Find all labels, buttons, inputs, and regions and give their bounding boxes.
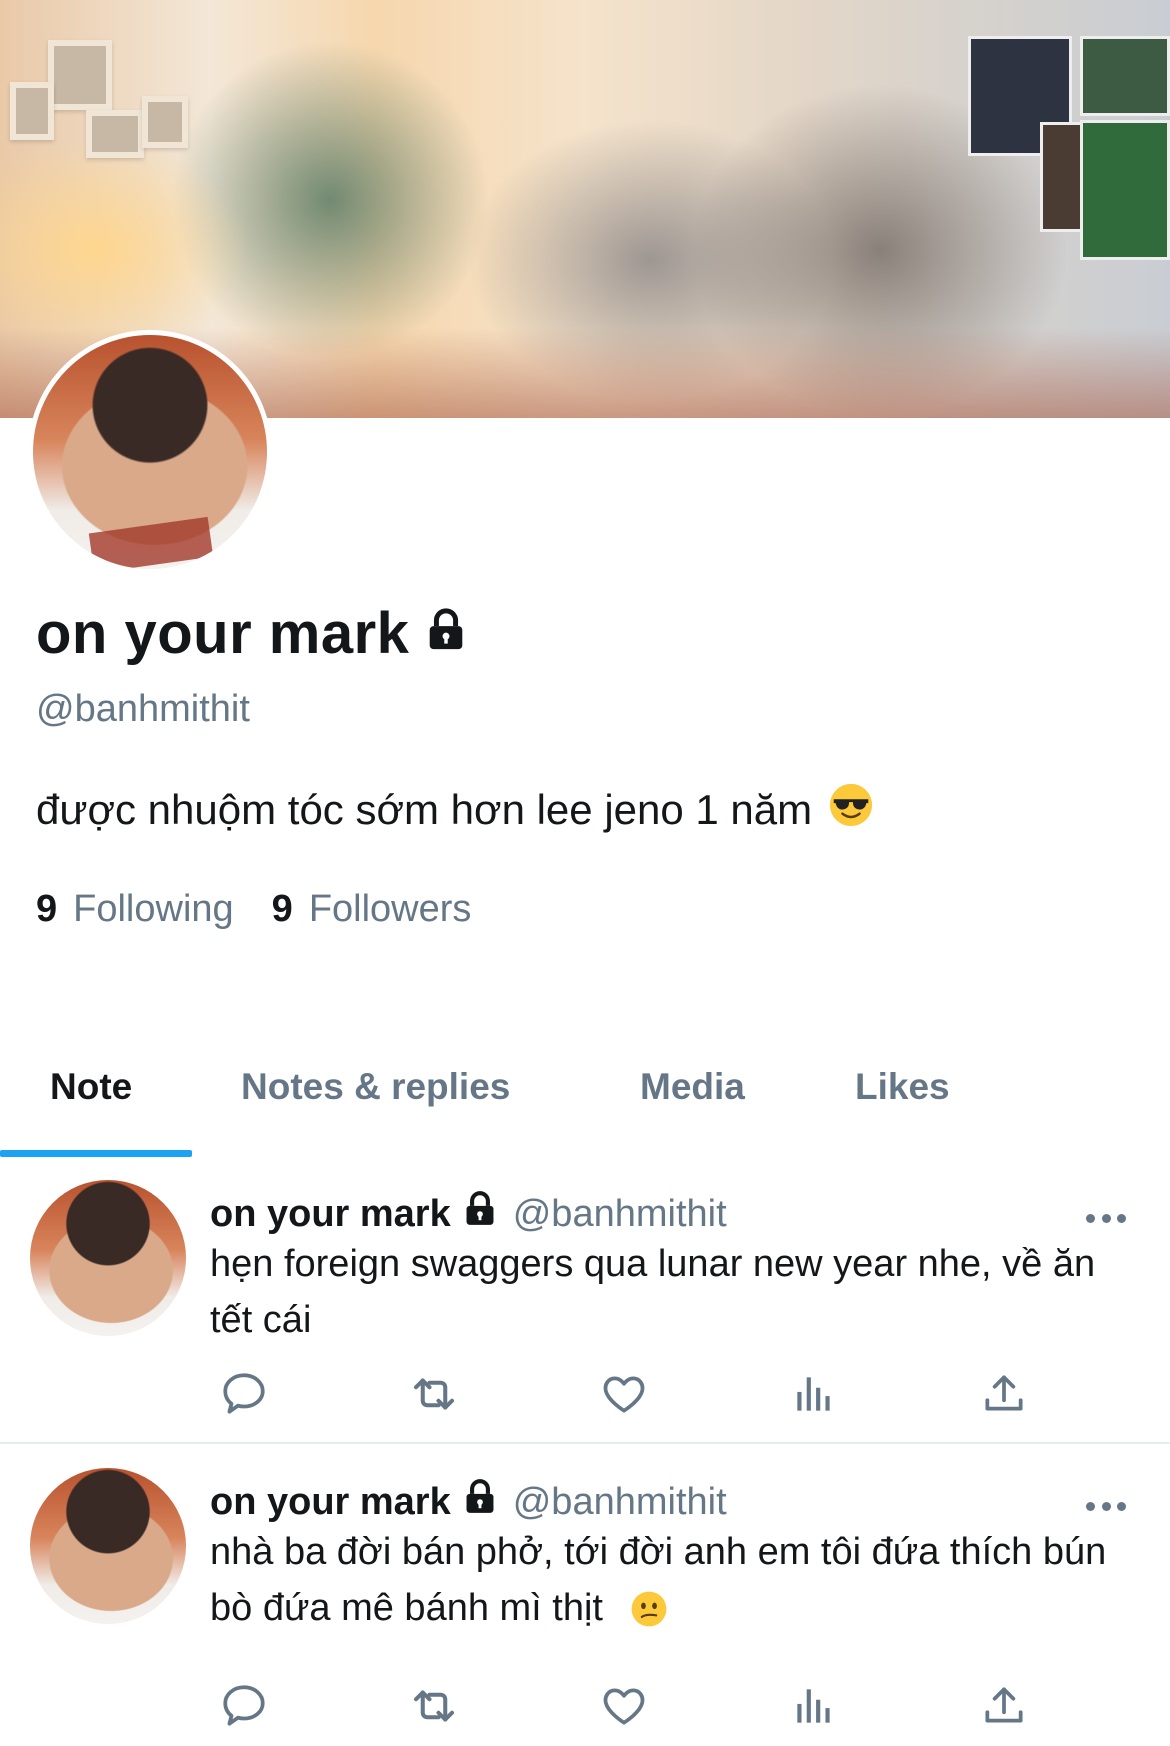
profile-tabs: Note Notes & replies Media Likes (0, 1040, 1170, 1158)
followers-stat[interactable]: 9 Followers (272, 888, 472, 931)
post-text: nhà ba đời bán phở, tới đời anh em tôi đ… (210, 1524, 1130, 1638)
like-icon[interactable] (596, 1366, 652, 1422)
following-count: 9 (36, 888, 58, 930)
banner-photo-frame (86, 110, 144, 158)
lock-icon (423, 600, 469, 667)
profile-bio-text: được nhuộm tóc sớm hơn lee jeno 1 năm (36, 786, 813, 833)
sunglasses-emoji-icon (828, 782, 874, 838)
profile-stats: 9 Following 9 Followers (36, 888, 509, 931)
analytics-icon[interactable] (786, 1366, 842, 1422)
profile-name: on your mark (36, 600, 469, 667)
post-header: on your mark @banhmithit (210, 1478, 727, 1526)
post-author-handle[interactable]: @banhmithit (513, 1481, 727, 1524)
retweet-icon[interactable] (406, 1366, 462, 1422)
analytics-icon[interactable] (786, 1678, 842, 1734)
post-header: on your mark @banhmithit (210, 1190, 727, 1238)
post-avatar[interactable] (30, 1180, 186, 1336)
retweet-icon[interactable] (406, 1678, 462, 1734)
post-actions (210, 1366, 1030, 1426)
tab-likes[interactable]: Likes (855, 1066, 950, 1108)
tab-notes-and-replies[interactable]: Notes & replies (241, 1066, 510, 1108)
more-options-icon[interactable] (1086, 1208, 1126, 1228)
tab-note[interactable]: Note (50, 1066, 132, 1108)
post-actions (210, 1678, 1030, 1738)
active-tab-indicator (0, 1150, 192, 1157)
banner-photo-frame (48, 40, 112, 110)
confused-face-emoji-icon (630, 1582, 668, 1638)
post-author-name[interactable]: on your mark (210, 1193, 451, 1236)
share-icon[interactable] (976, 1366, 1032, 1422)
lock-icon (461, 1190, 499, 1238)
following-label: Following (73, 888, 234, 930)
banner-photo-frame (10, 82, 54, 140)
tab-media[interactable]: Media (640, 1066, 745, 1108)
post-author-name[interactable]: on your mark (210, 1481, 451, 1524)
profile-avatar[interactable] (28, 330, 272, 574)
following-stat[interactable]: 9 Following (36, 888, 234, 931)
followers-label: Followers (308, 888, 472, 930)
post-avatar[interactable] (30, 1468, 186, 1624)
banner-photo-frame (142, 96, 188, 148)
post-author-handle[interactable]: @banhmithit (513, 1193, 727, 1236)
followers-count: 9 (271, 888, 293, 930)
banner-poster (1080, 36, 1170, 116)
profile-name-text: on your mark (36, 601, 410, 666)
lock-icon (461, 1478, 499, 1526)
reply-icon[interactable] (216, 1366, 272, 1422)
post-text: hẹn foreign swaggers qua lunar new year … (210, 1243, 1096, 1341)
banner-poster (1080, 120, 1170, 260)
reply-icon[interactable] (216, 1678, 272, 1734)
post-divider (0, 1442, 1170, 1444)
post-item[interactable]: on your mark @banhmithit hẹn foreign swa… (0, 1170, 1170, 1440)
profile-handle: @banhmithit (36, 688, 250, 730)
more-options-icon[interactable] (1086, 1496, 1126, 1516)
share-icon[interactable] (976, 1678, 1032, 1734)
post-item[interactable]: on your mark @banhmithit nhà ba đời bán … (0, 1458, 1170, 1746)
profile-bio: được nhuộm tóc sớm hơn lee jeno 1 năm (36, 782, 874, 838)
like-icon[interactable] (596, 1678, 652, 1734)
